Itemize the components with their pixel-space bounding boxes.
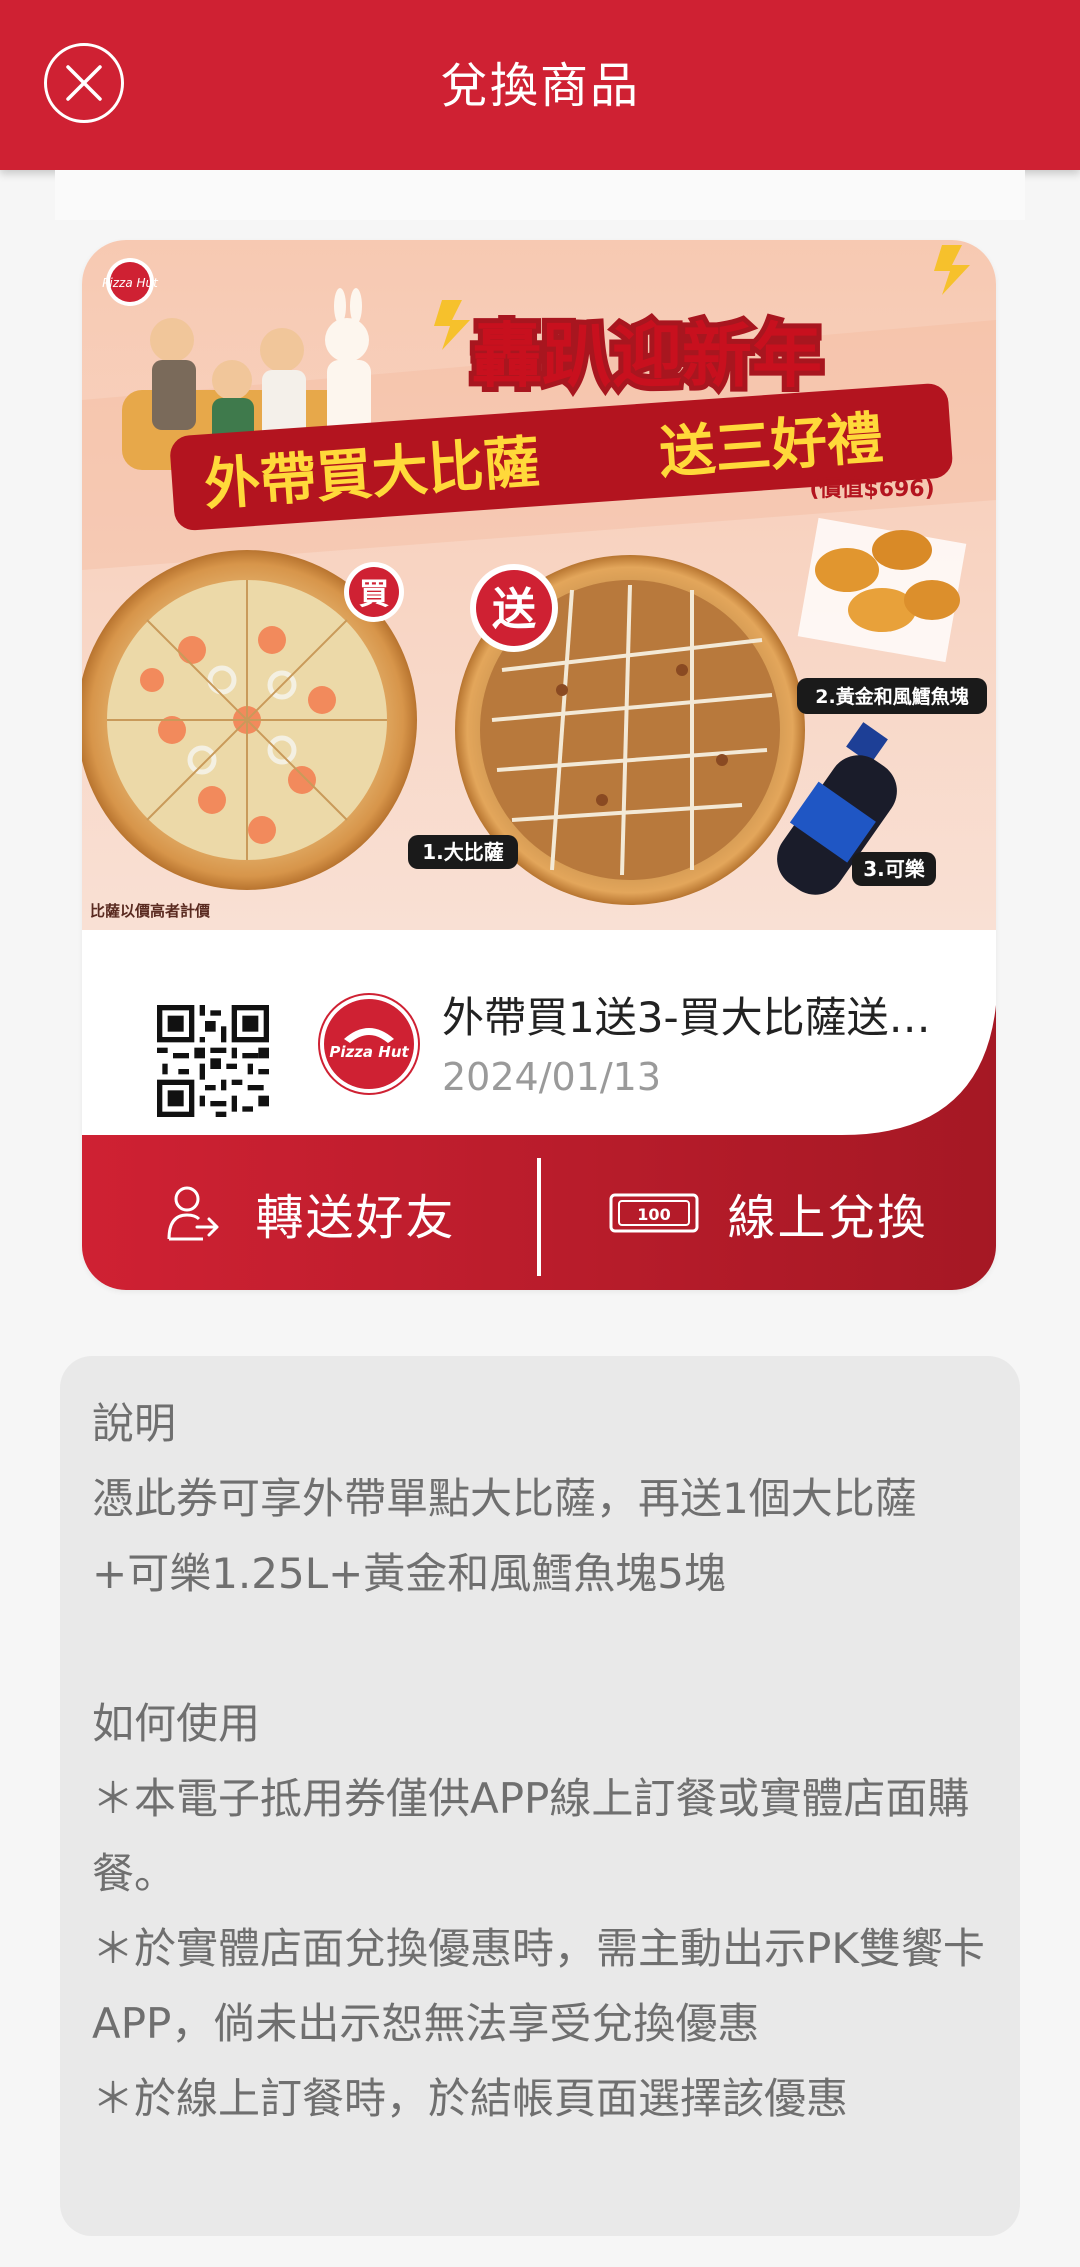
transfer-label: 轉送好友 [255, 1189, 456, 1246]
qr-code[interactable] [157, 1005, 269, 1117]
fish-nuggets-image [797, 517, 967, 663]
redeem-online-button[interactable]: 100 線上兌換 [541, 1135, 996, 1290]
gift-badge: 送 [492, 584, 536, 635]
description-title: 說明 [92, 1399, 177, 1448]
description-panel: 說明 憑此券可享外帶單點大比薩，再送1個大比薩+可樂1.25L+黃金和風鱈魚塊5… [60, 1356, 1020, 2236]
buy-badge: 買 [359, 577, 389, 612]
transfer-to-friend-button[interactable]: 轉送好友 [82, 1135, 537, 1290]
item1-label: 1.大比薩 [422, 840, 504, 864]
coupon-date: 2024/01/13 [442, 1055, 662, 1099]
item2-label: 2.黃金和風鱈魚塊 [815, 685, 968, 708]
ticket-100-icon: 100 [609, 1193, 699, 1232]
usage-title: 如何使用 [92, 1699, 261, 1748]
promo-banner: Pizza Hut 轟趴迎新年 轟趴迎新年 外帶買大比薩 送三好禮 (價值$69… [82, 240, 996, 930]
redeem-label: 線上兌換 [727, 1189, 928, 1246]
banner-headline: 轟趴迎新年 [472, 315, 822, 397]
coupon-title: 外帶買1送3-買大比薩送… [442, 993, 931, 1042]
coupon-card: Pizza Hut 轟趴迎新年 轟趴迎新年 外帶買大比薩 送三好禮 (價值$69… [82, 240, 996, 1290]
item3-label: 3.可樂 [863, 857, 926, 881]
description-body: 憑此券可享外帶單點大比薩，再送1個大比薩+可樂1.25L+黃金和風鱈魚塊5塊 [92, 1474, 917, 1598]
usage-rule-1: ＊本電子抵用券僅供APP線上訂餐或實體店面購餐。 [92, 1774, 970, 1898]
usage-rule-2: ＊於實體店面兌換優惠時，需主動出示PK雙饗卡APP，倘未出示恕無法享受兌換優惠 [92, 1924, 985, 2048]
usage-rule-3: ＊於線上訂餐時，於結帳頁面選擇該優惠 [92, 2074, 849, 2123]
person-share-icon [167, 1186, 219, 1240]
banner-brand: Pizza Hut [102, 276, 159, 290]
sheet-edge [55, 170, 1025, 220]
ticket-text: 100 [638, 1205, 671, 1224]
banner-value-note: (價值$696) [809, 476, 934, 502]
coupon-brand: Pizza Hut [329, 1043, 409, 1061]
page-title: 兌換商品 [439, 58, 640, 114]
banner-footnote: 比薩以價高者計價 [90, 902, 211, 920]
pizza-hut-logo: Pizza Hut [320, 995, 418, 1093]
top-bar: 兌換商品 [0, 0, 1080, 170]
